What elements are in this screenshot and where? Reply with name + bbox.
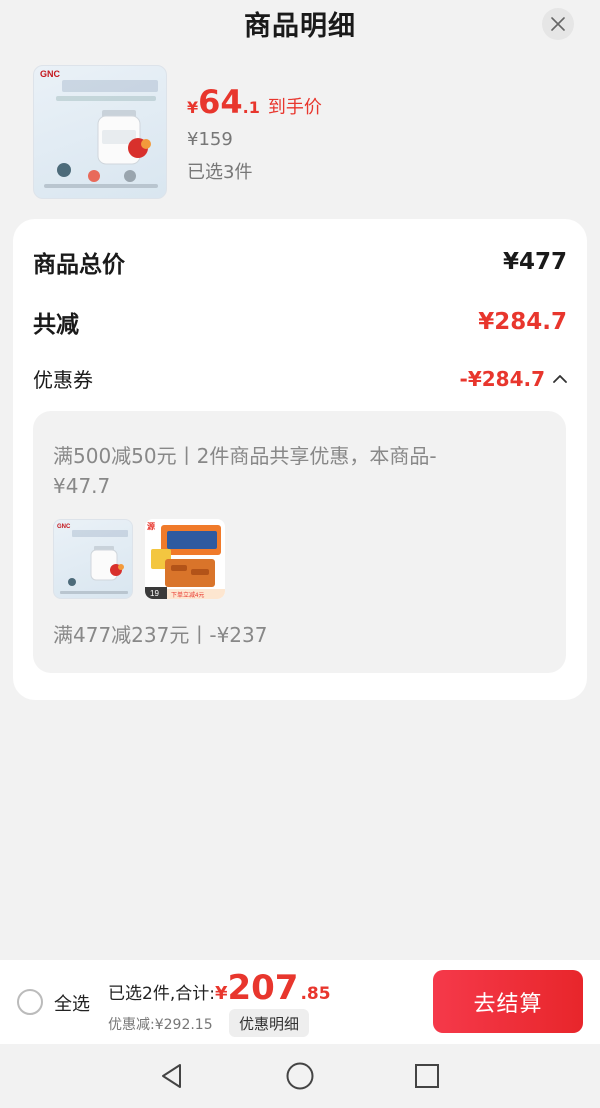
discount-detail-button[interactable]: 优惠明细 [229,1009,310,1037]
coupon-rule-text: 满500减50元丨2件商品共享优惠，本商品-¥47.7 [53,444,437,498]
select-all-radio[interactable] [17,989,43,1015]
total-decimal: .85 [300,984,331,1004]
total-currency: ¥ [214,983,228,1004]
price-breakdown-card: 商品总价 ¥477 共减 ¥284.7 优惠券 -¥284.7 满500减50元… [13,219,587,700]
home-nav-button[interactable] [284,1060,316,1092]
coupon-value: -¥284.7 [459,366,545,391]
coupon-detail-box: 满500减50元丨2件商品共享优惠，本商品-¥47.7 GNC 源 19 下单立… [33,411,566,673]
total-reduce-row: 共减 ¥284.7 [33,305,567,339]
recents-square-icon [415,1064,439,1088]
total-reduce-value: ¥284.7 [478,309,567,335]
price-tag: 到手价 [267,97,322,118]
total-summary: 已选2件,合计: ¥ 207 .85 [108,970,331,1006]
coupon-rule-text-2: 满477减237元丨-¥237 [53,623,268,647]
recents-nav-button[interactable] [411,1060,443,1092]
discount-text: 优惠减:¥292.15 [108,1017,213,1033]
total-integer: 207 [227,968,299,1008]
back-nav-button[interactable] [156,1060,188,1092]
svg-text:源: 源 [147,521,155,531]
home-circle-icon [286,1062,314,1090]
chevron-up-icon [553,374,567,383]
sheet-header: 商品明细 [0,0,600,52]
coupon-items: GNC 源 19 下单立减4元 [53,519,225,599]
close-icon [551,17,565,31]
back-triangle-icon [162,1064,181,1088]
product-image[interactable]: GNC [33,65,167,199]
product-summary: GNC ¥ 64 .1 到手价 ¥159 已选3件 [33,65,567,200]
checkout-bar: 全选 已选2件,合计: ¥ 207 .85 优惠减:¥292.15 优惠明细 去… [0,960,600,1044]
original-price: ¥159 [187,129,233,150]
page-title: 商品明细 [244,11,356,42]
price-decimal: .1 [242,98,260,117]
price-currency: ¥ [187,98,199,117]
total-price-row: 商品总价 ¥477 [33,245,567,279]
gnc-bottle-illustration: GNC [40,69,158,188]
total-reduce-label: 共减 [33,312,79,338]
checkout-button[interactable]: 去结算 [433,970,583,1033]
svg-text:GNC: GNC [40,69,61,79]
snack-box-thumb[interactable]: 源 19 下单立减4元 [145,519,225,599]
coupon-row[interactable]: 优惠券 -¥284.7 [33,364,567,393]
snack-caption: 下单立减4元 [171,591,204,599]
snack-box-illustration: 源 19 下单立减4元 [145,519,225,599]
coupon-label: 优惠券 [33,368,93,392]
price-integer: 64 [198,83,243,121]
final-price: ¥ 64 .1 到手价 [187,85,322,119]
svg-text:GNC: GNC [57,524,71,530]
total-prefix: 已选2件,合计: [108,984,215,1004]
gnc-bottle-mini-illustration: GNC [57,524,128,594]
gnc-coq10-thumb[interactable]: GNC [53,519,133,599]
system-nav-bar [0,1044,600,1108]
coupon-value-group[interactable]: -¥284.7 [460,367,567,391]
select-all-label[interactable]: 全选 [54,990,90,1016]
close-button[interactable] [542,8,574,40]
total-price-label: 商品总价 [33,252,125,278]
selected-count: 已选3件 [187,162,253,183]
total-price-value: ¥477 [502,249,567,275]
snack-badge: 19 [150,589,159,598]
